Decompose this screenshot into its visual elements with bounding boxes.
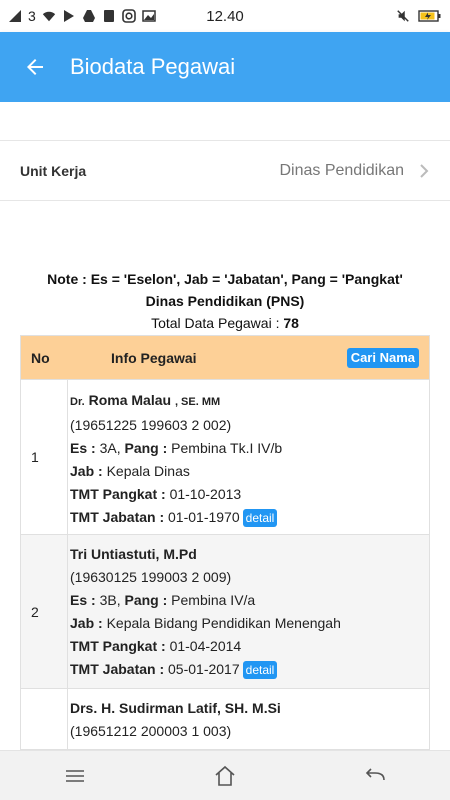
tmt-jabatan-line: TMT Jabatan : 05-01-2017 detail [70,658,429,681]
unit-kerja-value: Dinas Pendidikan [279,161,404,179]
jab-label: Jab : [70,463,103,479]
back-button[interactable] [0,32,70,102]
name-suffix: , SE. MM [174,396,221,408]
es-value: 3A, [99,440,121,456]
employee-nip: (19651225 199603 2 002) [70,417,232,433]
table-row: 2 Tri Untiastuti, M.Pd (19630125 199003 … [21,534,429,688]
row-number [21,689,67,749]
tmt-pangkat-line: TMT Pangkat : 01-04-2014 [70,635,429,658]
tmt-pangkat-label: TMT Pangkat : [70,638,166,654]
menu-icon [66,769,84,782]
app-bar: Biodata Pegawai [0,32,450,102]
back-arrow-icon [365,767,385,780]
system-nav-bar [0,750,450,800]
jabatan-line: Jab : Kepala Dinas [70,460,429,483]
tmt-jabatan-label: TMT Jabatan : [70,661,165,677]
tmt-jabatan-label: TMT Jabatan : [70,509,165,525]
mute-icon [396,9,410,23]
table-row: Drs. H. Sudirman Latif, SH. M.Si (196512… [21,688,429,749]
tmt-jabatan-value: 05-01-2017 [168,661,240,677]
home-button[interactable] [195,756,255,796]
status-time: 12.40 [206,7,244,25]
gallery-icon [142,9,156,23]
unit-kerja-label: Unit Kerja [20,162,87,179]
pang-value: Pembina IV/a [171,592,256,608]
tmt-pangkat-value: 01-04-2014 [169,638,242,654]
instagram-icon [121,9,136,23]
note-legend: Note : Es = 'Eselon', Jab = 'Jabatan', P… [47,271,403,287]
total-data: Total Data Pegawai : 78 [0,312,450,334]
unit-kerja-selector[interactable]: Unit Kerja Dinas Pendidikan [0,140,450,201]
jabatan-line: Jab : Kepala Bidang Pendidikan Menengah [70,612,429,635]
tmt-pangkat-line: TMT Pangkat : 01-10-2013 [70,483,429,506]
note-unit: Dinas Pendidikan (PNS) [145,293,305,309]
employee-name-line: Dr. Roma Malau , SE. MM [70,389,429,414]
table-row: 1 Dr. Roma Malau , SE. MM (19651225 1996… [21,379,429,534]
tmt-pangkat-label: TMT Pangkat : [70,486,166,502]
row-number: 2 [31,603,39,620]
detail-button[interactable]: detail [242,661,278,680]
pang-value: Pembina Tk.I IV/b [171,440,283,456]
tmt-pangkat-value: 01-10-2013 [169,486,242,502]
note-block: Note : Es = 'Eselon', Jab = 'Jabatan', P… [0,268,450,334]
row-number: 1 [31,449,39,465]
column-no: No [31,349,50,366]
employee-table: No Info Pegawai Cari Nama 1 Dr. Roma Mal… [20,335,430,750]
detail-button[interactable]: detail [242,509,278,528]
table-header: No Info Pegawai Cari Nama [21,336,429,379]
employee-nip: (19651212 200003 1 003) [70,723,232,739]
employee-nip: (19630125 199003 2 009) [70,569,232,585]
signal-icon [8,9,22,23]
battery-icon [418,9,442,23]
jab-value: Kepala Bidang Pendidikan Menengah [106,615,341,631]
employee-info: Dr. Roma Malau , SE. MM (19651225 199603… [67,380,429,534]
employee-name: Drs. H. Sudirman Latif, SH. M.Si [70,700,281,716]
employee-name: Roma Malau [88,392,172,408]
chevron-right-icon [420,163,429,178]
column-info-pegawai: Info Pegawai [111,349,197,366]
employee-info: Tri Untiastuti, M.Pd (19630125 199003 2 … [67,535,429,688]
status-left: 3 [8,8,156,24]
total-label: Total Data Pegawai : [151,315,284,331]
employee-info: Drs. H. Sudirman Latif, SH. M.Si (196512… [67,689,429,749]
es-label: Es : [70,592,96,608]
arrow-left-icon [27,59,43,75]
play-icon [62,9,76,23]
sim-icon [102,9,116,23]
status-right [396,9,442,23]
system-back-button[interactable] [345,756,405,796]
name-prefix: Dr. [70,396,85,408]
wifi-icon [42,9,56,23]
menu-button[interactable] [45,756,105,796]
spacer [0,102,450,140]
eselon-pangkat-line: Es : 3B, Pang : Pembina IV/a [70,589,429,612]
es-value: 3B, [99,592,121,608]
pang-label: Pang : [124,440,168,456]
eselon-pangkat-line: Es : 3A, Pang : Pembina Tk.I IV/b [70,437,429,460]
total-value: 78 [283,315,299,331]
signal-label: 3 [28,8,36,24]
employee-name: Tri Untiastuti, M.Pd [70,546,197,562]
search-name-button[interactable]: Cari Nama [346,348,419,368]
tmt-jabatan-line: TMT Jabatan : 01-01-1970 detail [70,506,429,529]
page-title: Biodata Pegawai [70,54,236,79]
pang-label: Pang : [124,592,168,608]
es-label: Es : [70,440,96,456]
home-icon [215,765,235,786]
drive-icon [82,9,96,23]
tmt-jabatan-value: 01-01-1970 [168,509,240,525]
jab-value: Kepala Dinas [106,463,190,479]
jab-label: Jab : [70,615,103,631]
status-bar: 3 12.40 [0,0,450,32]
